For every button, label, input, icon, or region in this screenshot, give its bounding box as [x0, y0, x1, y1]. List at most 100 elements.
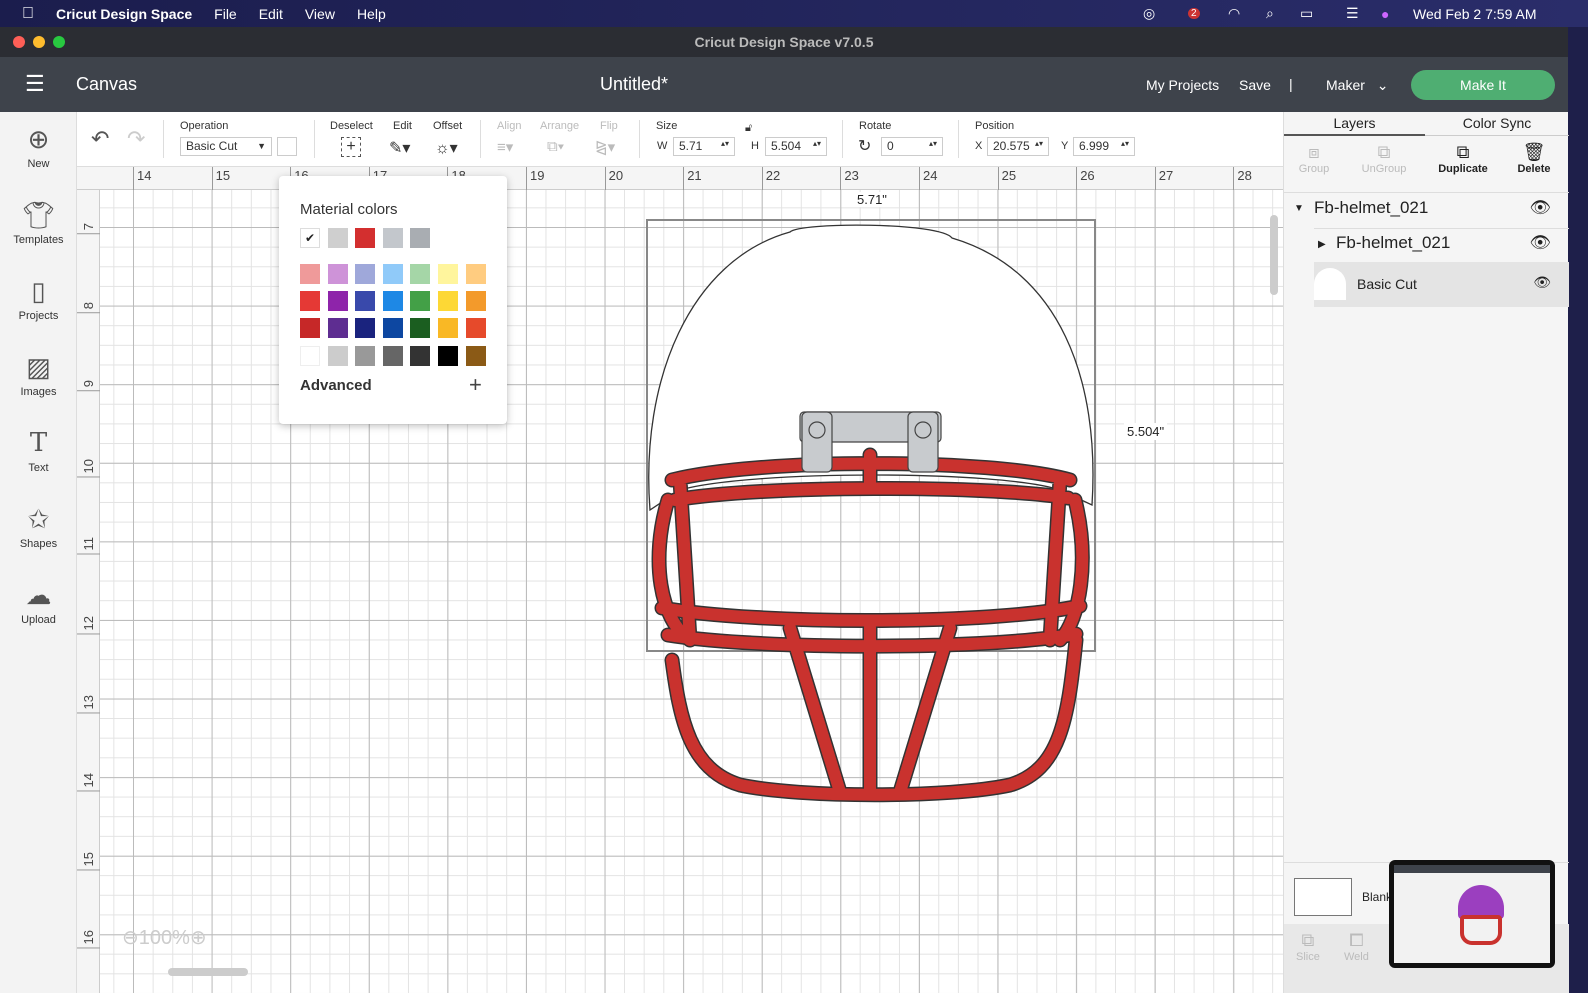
- color-swatch[interactable]: [465, 264, 486, 284]
- clock[interactable]: Wed Feb 2 7:59 AM: [1413, 6, 1536, 22]
- menu-view[interactable]: View: [305, 6, 335, 22]
- control-center-icon[interactable]: ☰: [1346, 5, 1359, 22]
- tab-layers[interactable]: Layers: [1284, 112, 1425, 136]
- menu-file[interactable]: File: [214, 6, 237, 22]
- flip-button[interactable]: ⧎▾: [595, 138, 615, 156]
- weld-button[interactable]: ⧠ Weld: [1344, 930, 1369, 963]
- color-swatch[interactable]: [300, 345, 320, 366]
- color-swatch[interactable]: [410, 291, 431, 312]
- rotate-input[interactable]: 0 ▴▾: [881, 137, 943, 156]
- sidebar-item-templates[interactable]: 👕︎ Templates: [0, 200, 77, 246]
- eye-icon[interactable]: 👁︎: [1529, 198, 1551, 218]
- layer-group[interactable]: ▼ Fb-helmet_021 👁︎: [1284, 198, 1569, 226]
- layer-basic-cut[interactable]: Basic Cut 👁︎: [1314, 262, 1569, 307]
- x-position-input[interactable]: 20.575 ▴▾: [987, 137, 1049, 156]
- vertical-scrollbar[interactable]: [1270, 215, 1278, 295]
- horizontal-scrollbar[interactable]: [168, 968, 248, 976]
- caret-down-icon[interactable]: ▼: [1294, 203, 1304, 214]
- color-swatch[interactable]: [465, 291, 486, 312]
- zoom-window-button[interactable]: [53, 36, 65, 48]
- creative-cloud-icon[interactable]: ◎: [1143, 5, 1155, 22]
- color-swatch[interactable]: [300, 291, 320, 312]
- app-menu[interactable]: Cricut Design Space: [56, 6, 192, 22]
- color-swatch[interactable]: [438, 264, 458, 284]
- color-swatch[interactable]: [327, 264, 348, 284]
- zoom-control[interactable]: ⊖100%⊕: [122, 925, 207, 950]
- color-swatch[interactable]: [355, 228, 376, 248]
- color-swatch[interactable]: [382, 264, 403, 284]
- menu-edit[interactable]: Edit: [259, 6, 283, 22]
- group-button[interactable]: ⧈ Group: [1284, 142, 1344, 175]
- sidebar-item-projects[interactable]: ▯ Projects: [0, 276, 77, 322]
- stepper-icon[interactable]: ▴▾: [1035, 139, 1043, 148]
- my-projects-link[interactable]: My Projects: [1146, 77, 1219, 93]
- color-swatch[interactable]: [382, 228, 403, 248]
- sidebar-item-text[interactable]: T Text: [0, 428, 77, 474]
- undo-icon[interactable]: ↶: [91, 126, 109, 152]
- duplicate-button[interactable]: ⧉ Duplicate: [1433, 142, 1493, 175]
- color-swatch[interactable]: [410, 345, 431, 366]
- color-swatch[interactable]: ✔: [300, 228, 320, 248]
- wifi-icon[interactable]: ◠: [1228, 5, 1240, 22]
- stepper-icon[interactable]: ▴▾: [721, 139, 729, 148]
- siri-icon[interactable]: ●: [1381, 6, 1389, 22]
- search-icon[interactable]: ⌕: [1266, 5, 1274, 22]
- sidebar-item-new[interactable]: ⊕ New: [0, 124, 77, 170]
- arrange-button[interactable]: ⧉▾: [547, 138, 564, 155]
- height-input[interactable]: 5.504 ▴▾: [765, 137, 827, 156]
- color-swatch[interactable]: [355, 318, 376, 339]
- battery-icon[interactable]: ▭: [1300, 5, 1313, 22]
- eye-icon[interactable]: 👁︎: [1533, 274, 1551, 291]
- color-swatch[interactable]: [327, 345, 348, 366]
- color-swatch[interactable]: [355, 345, 376, 366]
- edit-tools-button[interactable]: ✎▾: [389, 138, 410, 158]
- lock-icon[interactable]: 🔓︎: [745, 122, 752, 135]
- dropbox-icon[interactable]: 2: [1188, 8, 1200, 19]
- color-swatch[interactable]: [355, 264, 376, 284]
- color-swatch[interactable]: [438, 291, 458, 312]
- menu-help[interactable]: Help: [357, 6, 386, 22]
- offset-button[interactable]: ☼▾: [435, 138, 458, 158]
- delete-button[interactable]: 🗑︎ Delete: [1504, 142, 1564, 175]
- close-window-button[interactable]: [13, 36, 25, 48]
- align-button[interactable]: ≡▾: [497, 138, 513, 156]
- color-swatch[interactable]: [438, 318, 458, 339]
- color-swatch[interactable]: [410, 264, 431, 284]
- machine-select[interactable]: Maker ⌄: [1326, 77, 1389, 94]
- color-swatch[interactable]: [410, 228, 431, 248]
- color-swatch[interactable]: [410, 318, 431, 339]
- slice-button[interactable]: ⧉ Slice: [1296, 930, 1320, 963]
- document-title[interactable]: Untitled*: [600, 74, 668, 95]
- ungroup-button[interactable]: ⧉ UnGroup: [1354, 142, 1414, 175]
- color-swatch[interactable]: [382, 291, 403, 312]
- color-swatch[interactable]: [300, 318, 320, 339]
- color-swatch[interactable]: [382, 318, 403, 339]
- color-swatch[interactable]: [465, 318, 486, 339]
- color-swatch[interactable]: [355, 291, 376, 312]
- stepper-icon[interactable]: ▴▾: [1121, 139, 1129, 148]
- width-input[interactable]: 5.71 ▴▾: [673, 137, 735, 156]
- color-swatch[interactable]: [438, 345, 458, 366]
- screenshot-thumbnail[interactable]: [1389, 860, 1555, 968]
- layer-subgroup[interactable]: ▶ Fb-helmet_021 👁︎: [1314, 228, 1569, 262]
- sidebar-item-upload[interactable]: ☁ Upload: [0, 580, 77, 626]
- eye-icon[interactable]: 👁︎: [1529, 233, 1551, 253]
- color-swatch[interactable]: [300, 264, 320, 284]
- y-position-input[interactable]: 6.999 ▴▾: [1073, 137, 1135, 156]
- redo-icon[interactable]: ↷: [127, 126, 145, 152]
- caret-right-icon[interactable]: ▶: [1318, 239, 1326, 250]
- sidebar-item-images[interactable]: ▨ Images: [0, 352, 77, 398]
- deselect-button[interactable]: +: [341, 137, 361, 157]
- material-color-swatch[interactable]: [277, 137, 297, 156]
- stepper-icon[interactable]: ▴▾: [929, 139, 937, 148]
- minimize-window-button[interactable]: [33, 36, 45, 48]
- color-swatch[interactable]: [327, 318, 348, 339]
- plus-icon[interactable]: +: [469, 372, 482, 398]
- advanced-label[interactable]: Advanced: [300, 377, 372, 394]
- apple-icon[interactable]: : [22, 5, 34, 23]
- color-swatch[interactable]: [465, 345, 486, 366]
- color-swatch[interactable]: [327, 291, 348, 312]
- tab-color-sync[interactable]: Color Sync: [1425, 112, 1569, 136]
- operation-select[interactable]: Basic Cut ▼: [180, 137, 272, 156]
- save-button[interactable]: Save: [1239, 77, 1271, 93]
